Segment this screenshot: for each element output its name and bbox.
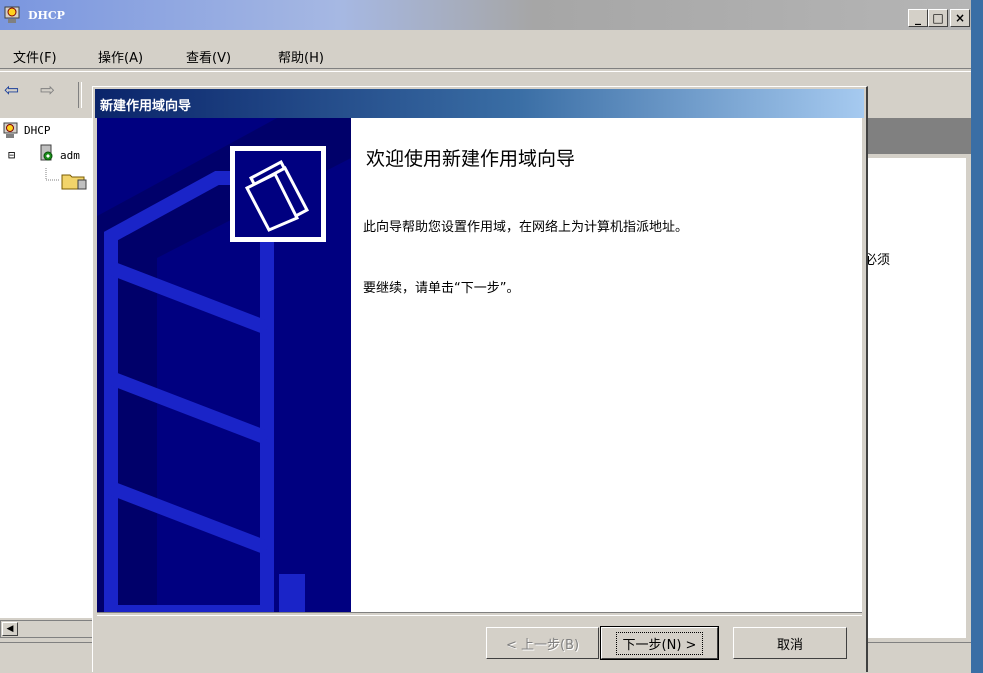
wizard-banner <box>97 118 351 612</box>
menu-action[interactable]: 操作(A) <box>98 47 143 66</box>
tree-item-dhcp[interactable]: DHCP <box>24 124 51 137</box>
details-header <box>864 118 971 154</box>
close-button[interactable]: × <box>950 9 970 27</box>
next-button[interactable]: 下一步(N) > <box>600 626 719 660</box>
back-button[interactable]: < 上一步(B) <box>486 627 599 659</box>
menu-view[interactable]: 查看(V) <box>186 47 231 66</box>
wizard-content <box>351 118 862 612</box>
details-pane <box>864 158 966 638</box>
wizard-description: 此向导帮助您设置作用域，在网络上为计算机指派地址。 <box>363 220 689 235</box>
scope-folder-icon[interactable] <box>60 169 88 191</box>
scroll-left-icon[interactable]: ◀ <box>2 622 18 636</box>
next-button-label: 下一步(N) > <box>615 631 704 655</box>
back-arrow-icon[interactable]: ⇦ <box>4 80 19 101</box>
back-button-label: < 上一步(B) <box>505 637 580 653</box>
menu-help[interactable]: 帮助(H) <box>278 47 324 66</box>
tree-connector <box>45 168 60 181</box>
wizard-title: 新建作用域向导 <box>100 99 192 114</box>
maximize-button[interactable]: □ <box>928 9 948 27</box>
window-titlebar[interactable]: DHCP <box>0 0 971 30</box>
wizard-divider <box>97 612 862 616</box>
cancel-button-label: 取消 <box>776 637 803 653</box>
tree-collapse-icon[interactable]: ⊟ <box>8 148 15 162</box>
wizard-continue-text: 要继续，请单击“下一步”。 <box>363 281 520 296</box>
menu-bar: 文件(F) 操作(A) 查看(V) 帮助(H) <box>0 36 971 68</box>
tree-item-server[interactable]: adm <box>60 149 80 162</box>
menu-file[interactable]: 文件(F) <box>13 47 57 66</box>
toolbar-divider <box>78 82 82 108</box>
dhcp-icon <box>4 6 20 23</box>
wizard-titlebar[interactable] <box>95 89 864 118</box>
minimize-button[interactable]: _ <box>908 9 928 27</box>
window-title: DHCP <box>28 9 65 22</box>
server-icon <box>40 144 53 161</box>
cancel-button[interactable]: 取消 <box>733 627 847 659</box>
dhcp-root-icon <box>3 122 18 138</box>
wizard-heading: 欢迎使用新建作用域向导 <box>366 148 576 170</box>
console-tree: DHCP ⊟ adm <box>0 118 96 618</box>
wizard-watermark-graphic <box>97 118 351 612</box>
forward-arrow-icon[interactable]: ⇨ <box>40 80 55 101</box>
